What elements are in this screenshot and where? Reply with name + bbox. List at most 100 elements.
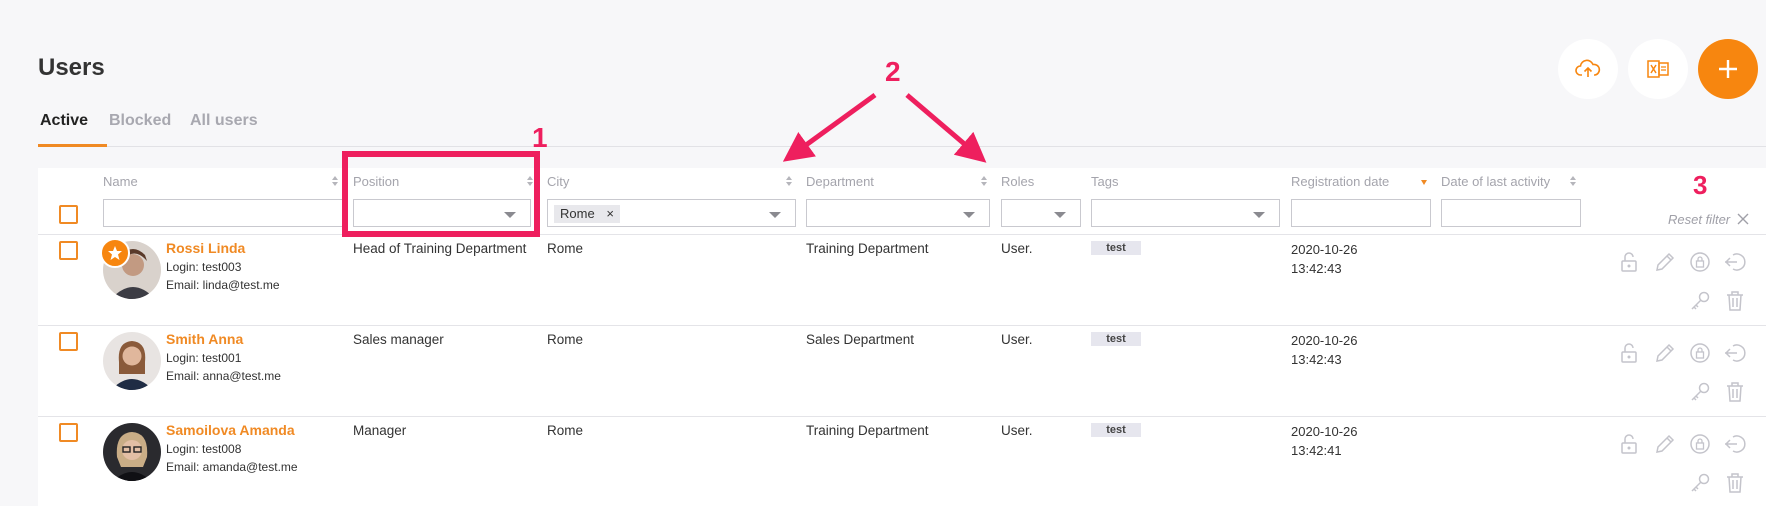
city-chip-remove-icon[interactable]: × [606,206,614,221]
city-filter-select[interactable]: Rome × [547,199,796,227]
excel-icon [1647,60,1669,78]
cell-department: Training Department [806,241,929,256]
cell-roles: User. [1001,332,1033,347]
cell-position: Head of Training Department [353,241,527,256]
excel-export-button[interactable] [1628,39,1688,99]
select-all-checkbox[interactable] [59,205,78,224]
upload-button[interactable] [1558,39,1618,99]
avatar[interactable] [103,332,161,390]
city-chip: Rome × [554,205,620,223]
sort-registration-desc-icon[interactable] [1420,175,1428,187]
user-login: Login: test008 [166,442,242,456]
header-separator [38,234,1766,235]
column-header-last-activity[interactable]: Date of last activity [1441,174,1550,189]
row-checkbox[interactable] [59,241,78,260]
column-header-city[interactable]: City [547,174,569,189]
cell-position: Manager [353,423,407,438]
user-name-link[interactable]: Rossi Linda [166,240,245,256]
login-as-icon[interactable] [1724,433,1746,455]
tag-badge: test [1091,332,1141,346]
cell-department: Sales Department [806,332,915,347]
annotation-number-2: 2 [885,56,901,87]
department-filter-select[interactable] [806,199,990,227]
row-separator [38,416,1766,417]
user-email: Email: linda@test.me [166,278,280,292]
plus-icon [1719,60,1737,78]
login-as-icon[interactable] [1724,342,1746,364]
cell-roles: User. [1001,423,1033,438]
cell-registration-date: 2020-10-26 13:42:41 [1291,424,1358,458]
key-icon[interactable] [1689,381,1711,403]
star-icon [108,246,122,260]
login-as-icon[interactable] [1724,251,1746,273]
cell-city: Rome [547,332,584,347]
cell-city: Rome [547,423,584,438]
chevron-down-icon [769,212,781,218]
avatar[interactable] [103,423,161,481]
annotation-number-1: 1 [532,122,548,153]
tags-filter-select[interactable] [1091,199,1280,227]
user-lock-icon[interactable] [1689,342,1711,364]
column-header-roles[interactable]: Roles [1001,174,1034,189]
chevron-down-icon [1054,212,1066,218]
user-name-link[interactable]: Samoilova Amanda [166,422,295,438]
star-badge [100,238,130,268]
user-login: Login: test003 [166,260,242,274]
key-icon[interactable] [1689,290,1711,312]
tab-all-users[interactable]: All users [190,112,258,130]
name-filter-input[interactable] [103,199,345,227]
roles-filter-select[interactable] [1001,199,1081,227]
sort-last-activity-icon[interactable] [1569,175,1577,187]
unlock-icon[interactable] [1620,343,1638,363]
user-email: Email: amanda@test.me [166,460,298,474]
cell-registration-date: 2020-10-26 13:42:43 [1291,333,1358,367]
user-lock-icon[interactable] [1689,251,1711,273]
sort-department-icon[interactable] [980,175,988,187]
cell-position: Sales manager [353,332,444,347]
tag-badge: test [1091,241,1141,255]
unlock-icon[interactable] [1620,434,1638,454]
user-lock-icon[interactable] [1689,433,1711,455]
arrow-to-roles [905,93,987,163]
city-chip-label: Rome [560,206,595,221]
row-separator [38,325,1766,326]
key-icon[interactable] [1689,472,1711,494]
trash-icon[interactable] [1725,381,1745,403]
edit-icon[interactable] [1654,251,1676,273]
user-login: Login: test001 [166,351,242,365]
edit-icon[interactable] [1654,342,1676,364]
reset-filter-button[interactable]: Reset filter [1668,212,1749,227]
annotation-arrows [782,92,987,163]
edit-icon[interactable] [1654,433,1676,455]
cloud-upload-icon [1575,59,1601,77]
row-checkbox[interactable] [59,423,78,442]
chevron-down-icon [963,212,975,218]
chevron-down-icon [1253,212,1265,218]
last-activity-filter-input[interactable] [1441,199,1581,227]
column-header-tags[interactable]: Tags [1091,174,1118,189]
row-checkbox[interactable] [59,332,78,351]
sort-name-icon[interactable] [331,175,339,187]
sort-city-icon[interactable] [785,175,793,187]
trash-icon[interactable] [1725,472,1745,494]
registration-date-filter-input[interactable] [1291,199,1431,227]
user-email: Email: anna@test.me [166,369,281,383]
add-button[interactable] [1698,39,1758,99]
position-filter-highlight [342,151,540,237]
active-tab-indicator [38,144,107,147]
trash-icon[interactable] [1725,290,1745,312]
page-title: Users [38,54,105,81]
column-header-department[interactable]: Department [806,174,874,189]
tab-blocked[interactable]: Blocked [109,112,171,130]
cell-city: Rome [547,241,584,256]
close-icon [1737,213,1749,225]
annotation-number-3: 3 [1693,170,1708,200]
column-header-name[interactable]: Name [103,174,138,189]
user-name-link[interactable]: Smith Anna [166,331,243,347]
unlock-icon[interactable] [1620,252,1638,272]
cell-registration-date: 2020-10-26 13:42:43 [1291,242,1358,276]
tag-badge: test [1091,423,1141,437]
arrow-to-department [782,92,877,162]
tab-active[interactable]: Active [40,112,88,130]
column-header-registration-date[interactable]: Registration date [1291,174,1389,189]
